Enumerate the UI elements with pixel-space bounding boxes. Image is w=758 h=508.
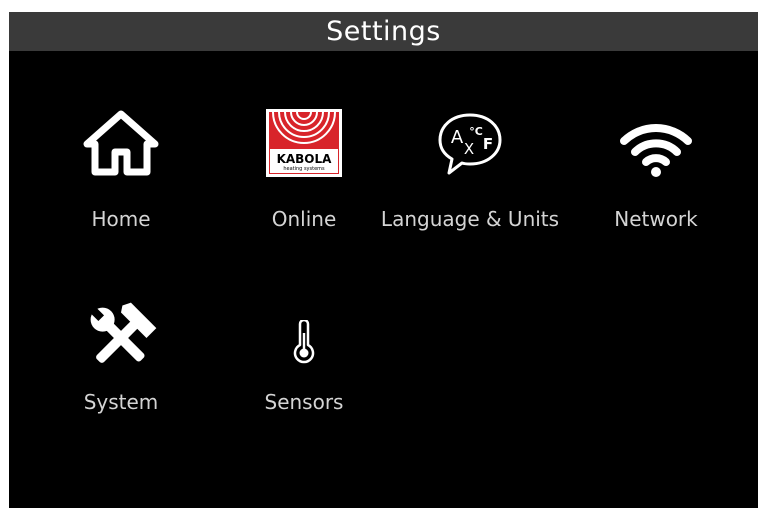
tile-label: Sensors <box>264 390 344 414</box>
svg-text:heating systems: heating systems <box>283 166 325 172</box>
language-units-icon: A X °C F <box>432 111 508 182</box>
thermometer-icon <box>293 318 315 369</box>
tile-network[interactable]: Network <box>581 102 731 252</box>
tile-system[interactable]: System <box>46 290 196 440</box>
tile-label: System <box>83 390 159 414</box>
svg-text:X: X <box>464 140 474 158</box>
tile-sensors[interactable]: Sensors <box>229 290 379 440</box>
tile-label: Home <box>91 207 151 231</box>
settings-screen: Settings Home KABOLA heating systems Onl… <box>9 12 758 508</box>
home-icon <box>83 110 159 181</box>
kabola-logo-icon: KABOLA heating systems <box>266 80 342 182</box>
tools-icon <box>81 302 161 379</box>
tile-label: Language & Units <box>380 207 560 231</box>
tile-label: Network <box>614 207 698 231</box>
tile-online[interactable]: KABOLA heating systems Online <box>229 80 379 252</box>
svg-text:KABOLA: KABOLA <box>277 152 333 166</box>
svg-text:A: A <box>451 127 464 148</box>
svg-text:°C: °C <box>469 125 483 138</box>
svg-text:F: F <box>483 135 493 153</box>
tile-home[interactable]: Home <box>46 102 196 252</box>
page-title: Settings <box>9 12 758 51</box>
wifi-icon <box>618 119 694 184</box>
tile-language-units[interactable]: A X °C F Language & Units <box>381 102 559 252</box>
